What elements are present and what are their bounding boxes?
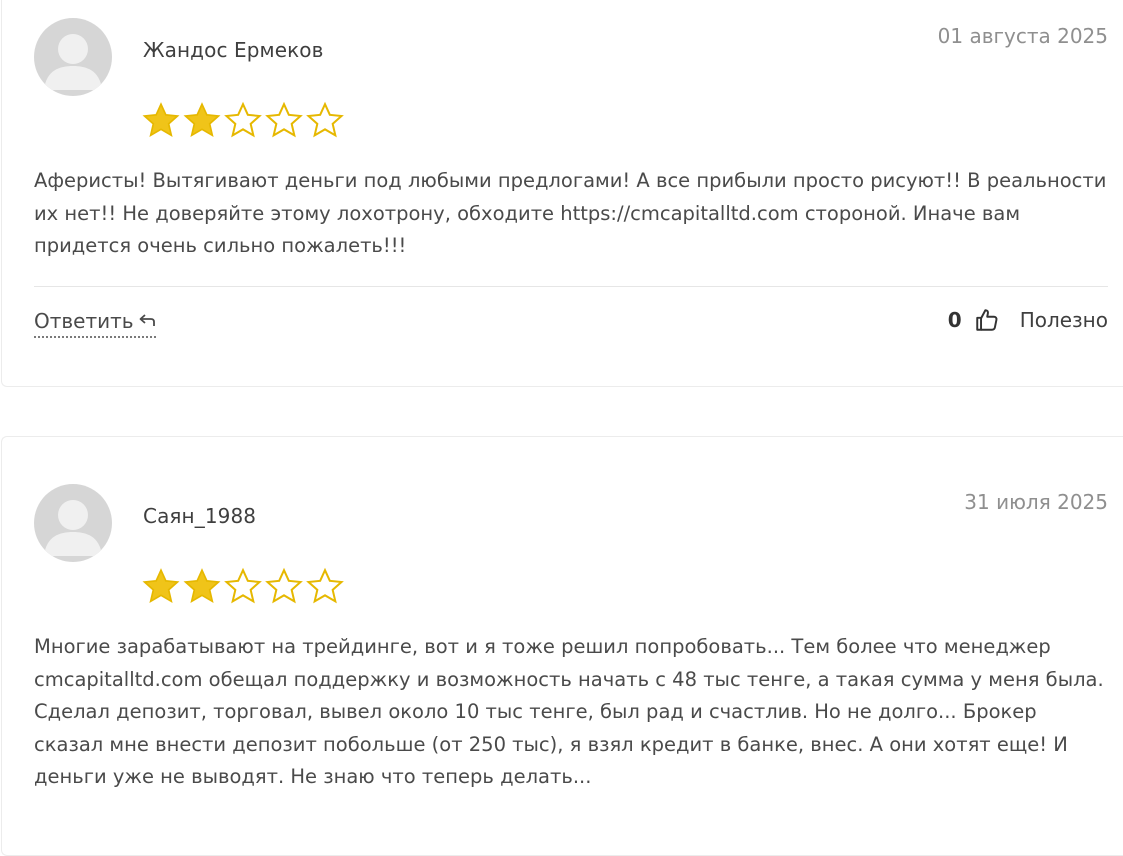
review-card: Саян_1988 31 июля 2025 Многие зарабатыва… <box>1 436 1123 856</box>
star-empty-icon <box>306 567 344 604</box>
thumbs-up-icon <box>975 309 998 331</box>
reply-arrow-icon <box>139 314 155 326</box>
star-filled-icon <box>142 568 180 604</box>
avatar <box>34 18 112 96</box>
review-text: Многие зарабатывают на трейдинге, вот и … <box>34 635 1104 788</box>
reply-button[interactable]: Ответить <box>34 309 156 338</box>
star-empty-icon <box>265 567 303 604</box>
star-filled-icon <box>183 568 221 604</box>
divider <box>34 286 1108 287</box>
star-rating <box>141 566 345 606</box>
star-filled-icon <box>142 102 180 138</box>
like-button[interactable] <box>974 307 1000 333</box>
star-empty-icon <box>224 567 262 604</box>
reply-label: Ответить <box>34 309 134 333</box>
star-empty-icon <box>224 101 262 138</box>
user-placeholder-icon <box>44 34 102 90</box>
user-placeholder-icon <box>44 500 102 556</box>
star-empty-icon <box>265 101 303 138</box>
avatar <box>34 484 112 562</box>
review-text: Аферисты! Вытягивают деньги под любыми п… <box>34 169 1107 257</box>
review-card: Жандос Ермеков 01 августа 2025 Аферисты!… <box>1 0 1123 387</box>
review-date: 31 июля 2025 <box>964 490 1108 514</box>
helpful-count: 0 <box>947 308 962 332</box>
star-filled-icon <box>183 102 221 138</box>
star-rating <box>141 100 345 140</box>
review-date: 01 августа 2025 <box>937 24 1108 48</box>
star-empty-icon <box>306 101 344 138</box>
review-author: Саян_1988 <box>143 504 257 528</box>
helpful-section: 0 Полезно <box>948 307 1108 333</box>
helpful-label[interactable]: Полезно <box>1020 308 1108 332</box>
review-author: Жандос Ермеков <box>143 38 324 62</box>
